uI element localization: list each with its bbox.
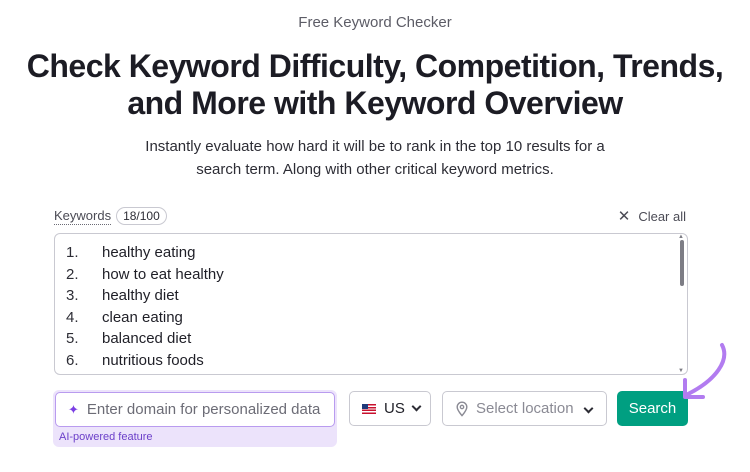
keyword-text: balanced diet (102, 330, 192, 348)
location-placeholder: Select location (476, 400, 574, 417)
keyword-item[interactable]: 5. balanced diet (55, 328, 687, 350)
keyword-number: 1. (66, 244, 79, 262)
keyword-number: 4. (66, 308, 79, 326)
keyword-item[interactable]: 3. healthy diet (55, 285, 687, 307)
keyword-text: healthy meal plan (102, 373, 220, 374)
keyword-text: nutritious foods (102, 351, 204, 369)
page-title: Check Keyword Difficulty, Competition, T… (26, 48, 724, 121)
curved-arrow-icon (683, 343, 727, 399)
us-flag-icon (362, 403, 376, 414)
keyword-text: how to eat healthy (102, 265, 224, 283)
keyword-item[interactable]: 6. nutritious foods (55, 350, 687, 372)
page-subtitle: Instantly evaluate how hard it will be t… (145, 138, 605, 178)
keywords-count-badge: 18/100 (116, 207, 167, 225)
keyword-item[interactable]: 2. how to eat healthy (55, 264, 687, 286)
domain-input-box[interactable]: ✦ (55, 392, 335, 427)
domain-field-container: ✦ AI-powered feature (53, 390, 337, 447)
keyword-text: healthy eating (102, 244, 196, 262)
keyword-item[interactable]: 7.healthy meal plan (55, 371, 687, 374)
keyword-item[interactable]: 4. clean eating (55, 307, 687, 329)
keywords-label[interactable]: Keywords (54, 208, 112, 225)
clear-all-button[interactable]: ✕ Clear all (618, 209, 686, 224)
domain-input[interactable] (86, 401, 327, 418)
sparkle-icon: ✦ (68, 401, 79, 417)
keyword-text: healthy diet (102, 287, 179, 305)
ai-feature-label: AI-powered feature (59, 431, 153, 443)
chevron-down-icon (583, 403, 594, 414)
keyword-text: clean eating (102, 308, 183, 326)
keyword-number: 3. (66, 287, 79, 305)
keyword-number: 2. (66, 265, 79, 283)
keyword-number: 6. (66, 351, 79, 369)
keyword-number: 7. (55, 373, 102, 374)
close-icon: ✕ (617, 207, 631, 225)
country-select[interactable]: US (349, 391, 431, 426)
location-pin-icon (456, 400, 468, 417)
keyword-number: 5. (66, 330, 79, 348)
keywords-textarea[interactable]: 1. healthy eating 2. how to eat healthy 3. he… (54, 233, 688, 375)
country-code: US (384, 400, 405, 417)
keyword-list: 1. healthy eating 2. how to eat healthy 3. he… (55, 234, 687, 374)
chevron-down-icon (411, 401, 422, 412)
scrollbar-thumb[interactable] (680, 240, 684, 286)
keyword-item[interactable]: 1. healthy eating (55, 242, 687, 264)
clear-all-label: Clear all (638, 208, 686, 224)
location-select[interactable]: Select location (442, 391, 607, 426)
page-eyebrow: Free Keyword Checker (298, 14, 452, 31)
keywords-header: Keywords 18/100 ✕ Clear all (54, 206, 686, 226)
